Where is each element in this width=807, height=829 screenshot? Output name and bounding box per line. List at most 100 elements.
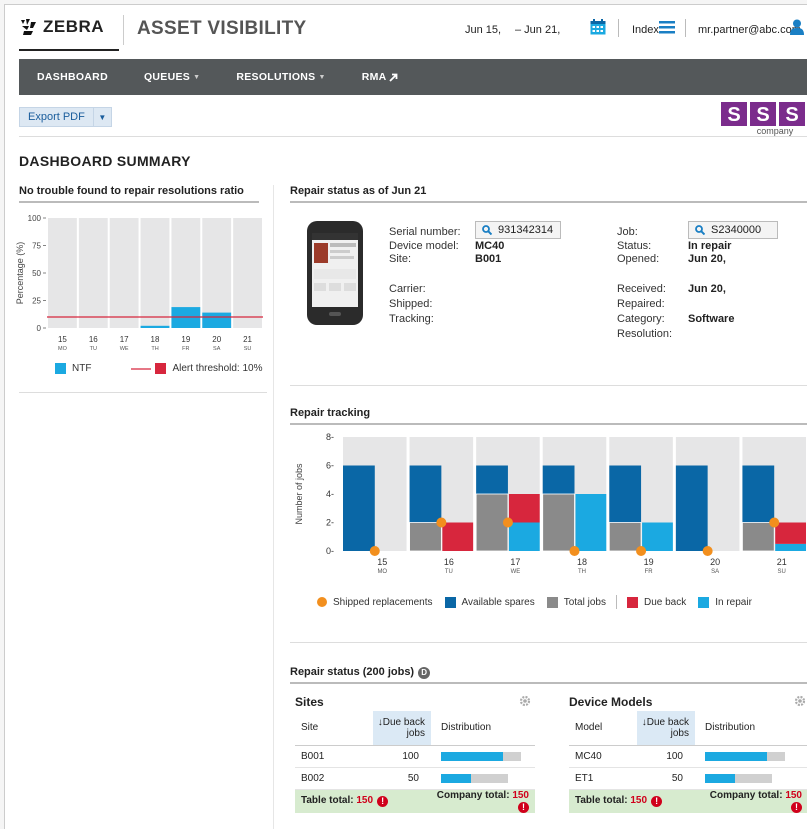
- left-divider: [19, 392, 267, 393]
- col-due-label: Due back: [382, 716, 425, 728]
- x-day-label: FR: [182, 346, 189, 352]
- nav-queues[interactable]: QUEUES ▼: [126, 59, 218, 95]
- opened-value: Jun 20,: [688, 253, 726, 265]
- col-model[interactable]: Model: [569, 711, 637, 746]
- x-tick-label: 21: [243, 335, 252, 344]
- export-pdf-button[interactable]: Export PDF ▼: [19, 107, 112, 127]
- available-spares-bar: [343, 465, 375, 551]
- alert-icon[interactable]: !: [377, 796, 389, 807]
- main-nav: DASHBOARD QUEUES ▼ RESOLUTIONS ▼ RMA: [19, 59, 807, 95]
- job-search[interactable]: S2340000: [688, 221, 778, 239]
- distribution-bar: [441, 773, 535, 783]
- col-due-back[interactable]: ↓Due back jobs: [637, 711, 695, 746]
- shipped-replacement-dot: [369, 546, 380, 556]
- shipped-replacement-dot: [636, 546, 647, 556]
- table-row[interactable]: MC40 100: [569, 745, 807, 768]
- nav-resolutions[interactable]: RESOLUTIONS ▼: [218, 59, 343, 95]
- y-tick-label: 2-: [326, 518, 334, 528]
- column-band: [48, 218, 77, 328]
- x-tick-label: 15: [58, 335, 67, 344]
- table-row[interactable]: B002 50: [295, 767, 535, 790]
- nav-label: DASHBOARD: [37, 71, 108, 83]
- serial-search[interactable]: 931342314: [475, 221, 561, 239]
- search-icon: [695, 225, 705, 235]
- y-tick-label: 75: [32, 242, 41, 251]
- header-separator: [685, 19, 686, 37]
- col-distribution[interactable]: Distribution: [431, 711, 535, 746]
- shipped-swatch: [317, 597, 327, 607]
- column-band: [233, 218, 262, 328]
- repaired-label: Repaired:: [617, 298, 665, 310]
- distribution-bar: [441, 751, 535, 761]
- x-tick-label: 19: [181, 335, 190, 344]
- total-jobs-bar: [608, 522, 642, 552]
- y-tick-label: 0: [37, 324, 42, 333]
- x-tick-label: 17: [510, 557, 520, 567]
- total-jobs-bar: [542, 493, 575, 552]
- distribution-rest: [471, 773, 508, 783]
- section-divider: [290, 642, 807, 643]
- alert-icon[interactable]: !: [791, 801, 802, 813]
- received-label: Received:: [617, 283, 666, 295]
- x-day-label: SA: [213, 346, 221, 352]
- user-icon[interactable]: [790, 19, 804, 35]
- svg-text:S: S: [727, 104, 740, 126]
- repair-status-title: Repair status as of Jun 21: [290, 185, 427, 197]
- alert-icon[interactable]: !: [518, 801, 529, 813]
- x-tick-label: 20: [710, 557, 720, 567]
- legend-in-repair-label: In repair: [715, 596, 752, 608]
- distribution-bar: [705, 751, 807, 761]
- app-title: ASSET VISIBILITY: [137, 18, 307, 39]
- calendar-icon[interactable]: [590, 19, 606, 35]
- x-tick-label: 16: [89, 335, 98, 344]
- sites-table-title: Sites: [295, 695, 324, 709]
- y-tick-label: 50: [32, 269, 41, 278]
- alert-icon[interactable]: !: [651, 796, 663, 807]
- col-distribution[interactable]: Distribution: [695, 711, 807, 746]
- job-label: Job:: [617, 226, 638, 238]
- x-tick-label: 20: [212, 335, 221, 344]
- info-badge-icon[interactable]: D: [418, 667, 431, 679]
- export-dropdown-toggle[interactable]: ▼: [92, 108, 111, 126]
- shipped-replacement-dot: [569, 546, 580, 556]
- table-row[interactable]: ET1 50: [569, 767, 807, 790]
- legend-alert-label: Alert threshold: 10%: [172, 363, 263, 374]
- legend-ntf-label: NTF: [72, 363, 92, 374]
- gear-icon[interactable]: [794, 695, 806, 707]
- table-total-label: Table total:: [575, 795, 628, 806]
- in-repair-bar: [575, 494, 607, 551]
- caret-down-icon: ▼: [193, 73, 201, 81]
- nav-rma[interactable]: RMA: [344, 59, 416, 95]
- y-tick-label: 0-: [326, 546, 334, 556]
- y-tick-label: 25: [32, 297, 41, 306]
- x-day-label: TH: [151, 346, 158, 352]
- device-image: [307, 221, 363, 325]
- zebra-logo[interactable]: ZEBRA: [19, 17, 104, 37]
- legend-separator: [615, 595, 617, 609]
- ntf-legend: NTF Alert threshold: 10%: [55, 363, 263, 374]
- section-divider: [290, 385, 807, 386]
- site-label: Site:: [389, 253, 412, 265]
- date-to[interactable]: – Jun 21,: [515, 24, 560, 36]
- nav-label: RESOLUTIONS: [236, 71, 316, 83]
- svg-text:company: company: [757, 126, 794, 136]
- col-site[interactable]: Site: [295, 711, 373, 746]
- gear-icon[interactable]: [519, 695, 531, 707]
- nav-label: QUEUES: [143, 71, 191, 83]
- column-band: [202, 218, 232, 328]
- nav-dashboard[interactable]: DASHBOARD: [19, 59, 126, 95]
- status-label: Status:: [617, 240, 652, 252]
- models-table-title: Device Models: [569, 695, 653, 709]
- table-total: Table total: 150!: [295, 788, 431, 813]
- x-day-label: TU: [90, 346, 97, 352]
- x-tick-label: 19: [644, 557, 654, 567]
- menu-icon[interactable]: [659, 21, 675, 34]
- table-row[interactable]: B001 100: [295, 745, 535, 768]
- user-email[interactable]: mr.partner@abc.com: [698, 24, 801, 36]
- in-repair-bar: [642, 522, 673, 551]
- col-due-back[interactable]: ↓Due back jobs: [373, 711, 431, 746]
- index-label[interactable]: Index: [632, 24, 659, 36]
- distribution-rest: [503, 751, 521, 761]
- due-back-bar: [508, 494, 540, 523]
- date-from[interactable]: Jun 15,: [465, 24, 501, 36]
